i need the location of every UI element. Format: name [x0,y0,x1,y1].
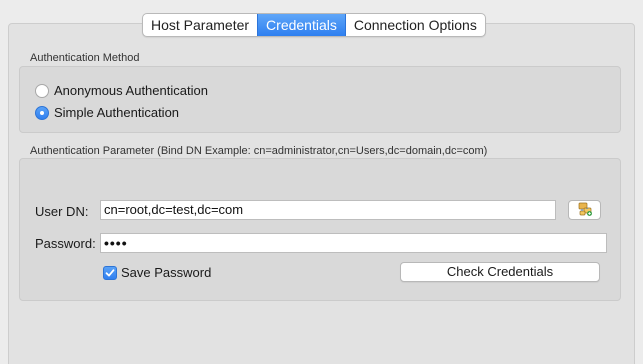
save-password-label: Save Password [121,265,212,280]
directory-browse-icon [577,201,593,220]
browse-dn-button[interactable] [568,200,601,220]
authentication-method-group [19,66,621,133]
anonymous-radio[interactable] [35,83,49,98]
password-label: Password: [35,236,96,251]
simple-authentication-option[interactable]: Simple Authentication [35,105,179,120]
anonymous-authentication-label: Anonymous Authentication [54,83,208,98]
save-password-option[interactable]: Save Password [103,265,211,280]
authentication-method-title: Authentication Method [30,52,140,64]
tab-connection-options[interactable]: Connection Options [344,14,485,36]
anonymous-authentication-option[interactable]: Anonymous Authentication [35,83,208,98]
tab-credentials[interactable]: Credentials [257,14,345,36]
simple-radio[interactable] [35,105,49,120]
save-password-checkbox[interactable] [103,265,117,280]
authentication-parameter-title: Authentication Parameter (Bind DN Exampl… [30,145,488,157]
ldap-connection-dialog: Host Parameter Credentials Connection Op… [0,0,643,364]
checkmark-icon [105,268,115,276]
tab-host-parameter[interactable]: Host Parameter [143,14,257,36]
user-dn-input[interactable]: cn=root,dc=test,dc=com [100,200,556,220]
user-dn-label: User DN: [35,204,89,219]
tab-bar: Host Parameter Credentials Connection Op… [142,13,486,37]
check-credentials-button[interactable]: Check Credentials [400,262,600,282]
password-input[interactable]: •••• [100,233,607,253]
simple-authentication-label: Simple Authentication [54,105,180,120]
